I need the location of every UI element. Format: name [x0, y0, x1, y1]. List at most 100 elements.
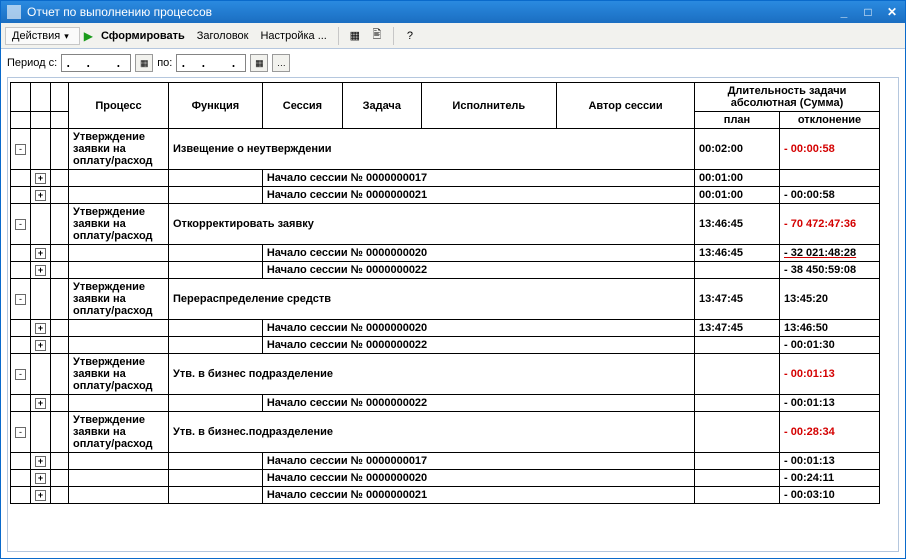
session-label: Начало сессии № 0000000022 [262, 337, 694, 354]
plan-cell: 13:46:45 [695, 204, 780, 245]
group-row: - Утверждение заявки на оплату/расходОтко… [11, 204, 880, 245]
maximize-button[interactable]: □ [857, 3, 879, 21]
plan-cell [695, 412, 780, 453]
session-label: Начало сессии № 0000000021 [262, 487, 694, 504]
deviation-cell: 13:45:20 [780, 279, 880, 320]
settings-button[interactable]: Настройка ... [256, 28, 330, 44]
process-cell [69, 337, 169, 354]
actions-dropdown[interactable]: Действия [5, 27, 80, 45]
col-author: Автор сессии [557, 83, 695, 129]
session-row: +Начало сессии № 000000001700:01:00 [11, 170, 880, 187]
process-cell: Утверждение заявки на оплату/расход [69, 204, 169, 245]
tree-toggle[interactable]: + [35, 323, 46, 334]
deviation-cell: - 00:03:10 [780, 487, 880, 504]
tree-toggle[interactable]: - [15, 427, 26, 438]
deviation-cell: - 00:01:13 [780, 453, 880, 470]
session-row: +Начало сессии № 000000002013:46:45- 32 … [11, 245, 880, 262]
plan-cell [695, 487, 780, 504]
export-icon[interactable]: 🖹 [368, 27, 386, 45]
header-button[interactable]: Заголовок [193, 28, 253, 44]
tree-toggle[interactable]: + [35, 173, 46, 184]
session-row: + Начало сессии № 0000000021 - 00:03:10 [11, 487, 880, 504]
process-cell: Утверждение заявки на оплату/расход [69, 129, 169, 170]
function-cell [169, 487, 263, 504]
col-deviation: отклонение [780, 112, 880, 129]
period-to-input[interactable] [176, 54, 246, 72]
process-cell [69, 487, 169, 504]
plan-cell: 13:47:45 [695, 279, 780, 320]
function-cell [169, 262, 263, 279]
plan-cell [695, 395, 780, 412]
process-cell [69, 395, 169, 412]
close-button[interactable]: ✕ [881, 3, 903, 21]
period-to-calendar-button[interactable]: ▦ [250, 54, 268, 72]
function-cell: Утв. в бизнес.подразделение [169, 412, 695, 453]
session-label: Начало сессии № 0000000017 [262, 453, 694, 470]
toolbar: Действия ▶ Сформировать Заголовок Настро… [1, 23, 905, 49]
tree-toggle[interactable]: + [35, 190, 46, 201]
deviation-cell: - 38 450:59:08 [780, 262, 880, 279]
process-cell [69, 470, 169, 487]
deviation-cell: - 00:00:58 [780, 129, 880, 170]
report-area[interactable]: Процесс Функция Сессия Задача Исполнител… [7, 77, 899, 552]
deviation-cell: - 00:00:58 [780, 187, 880, 204]
period-from-calendar-button[interactable]: ▦ [135, 54, 153, 72]
tree-toggle[interactable]: + [35, 265, 46, 276]
tree-toggle[interactable]: - [15, 294, 26, 305]
deviation-cell: - 00:24:11 [780, 470, 880, 487]
process-cell: Утверждение заявки на оплату/расход [69, 354, 169, 395]
tree-toggle[interactable]: - [15, 369, 26, 380]
session-row: + Начало сессии № 0000000022 - 00:01:30 [11, 337, 880, 354]
period-row: Период с: ▦ по: ▦ … [1, 49, 905, 77]
window: Отчет по выполнению процессов _ □ ✕ Дейс… [0, 0, 906, 559]
col-executor: Исполнитель [421, 83, 557, 129]
help-icon[interactable]: ? [401, 27, 419, 45]
plan-cell [695, 262, 780, 279]
period-ellipsis-button[interactable]: … [272, 54, 290, 72]
tree-toggle[interactable]: + [35, 490, 46, 501]
session-label: Начало сессии № 0000000020 [262, 320, 694, 337]
deviation-cell: - 00:01:13 [780, 395, 880, 412]
deviation-cell: 13:46:50 [780, 320, 880, 337]
session-row: +Начало сессии № 000000002100:01:00- 00:… [11, 187, 880, 204]
tree-toggle[interactable]: + [35, 340, 46, 351]
function-cell [169, 470, 263, 487]
tree-toggle[interactable]: + [35, 473, 46, 484]
col-process: Процесс [69, 83, 169, 129]
plan-cell [695, 453, 780, 470]
session-row: + Начало сессии № 0000000022 - 00:01:13 [11, 395, 880, 412]
table-icon[interactable]: ▦ [346, 27, 364, 45]
group-row: -Утверждение заявки на оплату/расходУтв.… [11, 354, 880, 395]
session-row: +Начало сессии № 0000000022- 38 450:59:0… [11, 262, 880, 279]
titlebar: Отчет по выполнению процессов _ □ ✕ [1, 1, 905, 23]
session-label: Начало сессии № 0000000020 [262, 470, 694, 487]
function-cell [169, 453, 263, 470]
tree-toggle[interactable]: - [15, 144, 26, 155]
function-cell: Перераспределение средств [169, 279, 695, 320]
process-cell [69, 262, 169, 279]
function-cell [169, 395, 263, 412]
group-row: -Утверждение заявки на оплату/расходУтв.… [11, 412, 880, 453]
session-label: Начало сессии № 0000000022 [262, 395, 694, 412]
col-task: Задача [343, 83, 422, 129]
deviation-cell: - 00:01:13 [780, 354, 880, 395]
minimize-button[interactable]: _ [833, 3, 855, 21]
plan-cell: 13:47:45 [695, 320, 780, 337]
process-cell [69, 453, 169, 470]
tree-toggle[interactable]: - [15, 219, 26, 230]
function-cell [169, 170, 263, 187]
process-cell [69, 245, 169, 262]
tree-toggle[interactable]: + [35, 398, 46, 409]
period-from-input[interactable] [61, 54, 131, 72]
session-row: + Начало сессии № 0000000020 - 00:24:11 [11, 470, 880, 487]
process-cell [69, 320, 169, 337]
generate-button[interactable]: Сформировать [97, 28, 189, 44]
tree-toggle[interactable]: + [35, 456, 46, 467]
deviation-cell: - 00:01:30 [780, 337, 880, 354]
process-cell: Утверждение заявки на оплату/расход [69, 279, 169, 320]
plan-cell: 00:01:00 [695, 170, 780, 187]
function-cell: Откорректировать заявку [169, 204, 695, 245]
tree-toggle[interactable]: + [35, 248, 46, 259]
session-row: + Начало сессии № 0000000017 - 00:01:13 [11, 453, 880, 470]
process-cell [69, 170, 169, 187]
